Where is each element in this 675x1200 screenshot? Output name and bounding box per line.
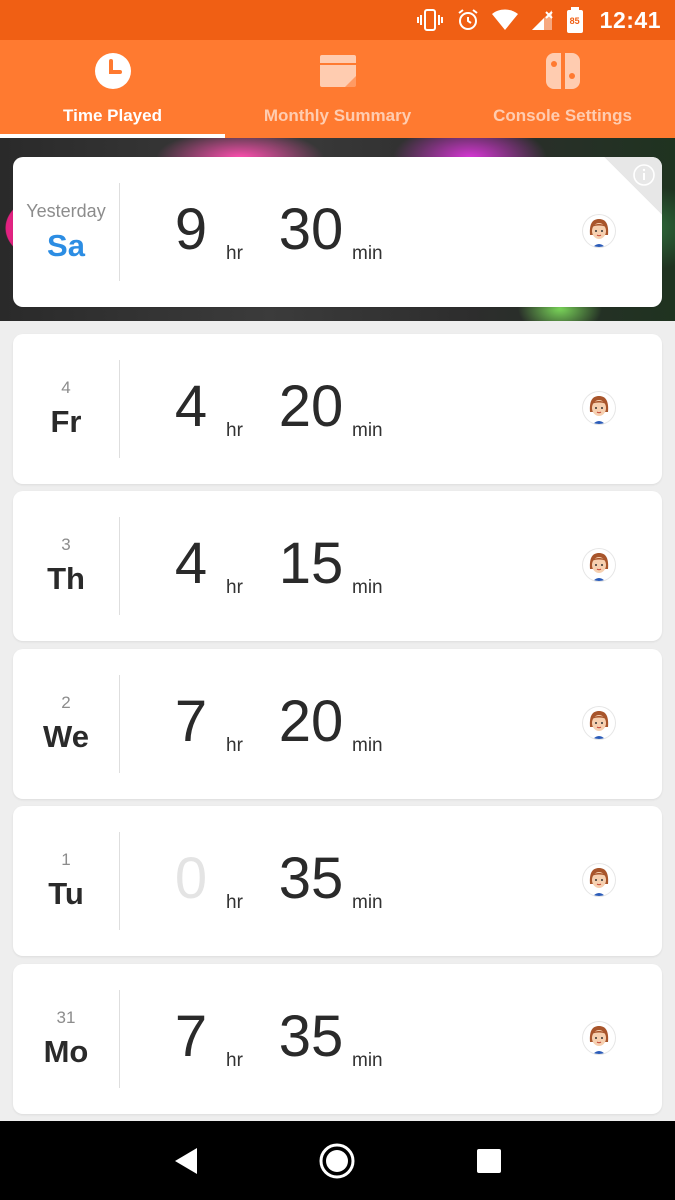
- day-card[interactable]: 3 Th 4 hr 15 min: [13, 491, 662, 641]
- mii-avatar: [583, 1022, 615, 1054]
- minutes-value: 35: [278, 1004, 344, 1069]
- day-name: Sa: [47, 227, 85, 263]
- minutes-unit: min: [352, 892, 383, 913]
- tab-label: Monthly Summary: [263, 106, 412, 125]
- clock-icon: [94, 52, 132, 90]
- hours-value: 0: [174, 846, 208, 911]
- day-label: Yesterday Sa: [13, 157, 119, 307]
- tab-time-played[interactable]: Time Played: [0, 40, 225, 138]
- day-card-today[interactable]: Yesterday Sa 9 hr 30 min: [13, 157, 662, 307]
- hours-unit: hr: [226, 892, 243, 913]
- tab-bar: Time Played Monthly Summary Console Sett…: [0, 40, 675, 138]
- hours-unit: hr: [226, 420, 243, 441]
- tab-label: Console Settings: [493, 106, 632, 125]
- hours-unit: hr: [226, 243, 243, 264]
- day-label: 1 Tu: [13, 806, 119, 956]
- mii-avatar: [583, 392, 615, 424]
- divider: [119, 517, 120, 615]
- hours-unit: hr: [226, 577, 243, 598]
- divider: [119, 675, 120, 773]
- tab-console-settings[interactable]: Console Settings: [450, 40, 675, 138]
- day-number: 3: [61, 535, 71, 554]
- wifi-icon: [491, 9, 518, 31]
- day-card[interactable]: 2 We 7 hr 20 min: [13, 649, 662, 799]
- back-button[interactable]: [164, 1139, 208, 1183]
- home-icon: [319, 1143, 355, 1178]
- status-bar: 85 12:41: [0, 0, 675, 40]
- recents-button[interactable]: [467, 1139, 511, 1183]
- mii-avatar: [583, 549, 615, 581]
- minutes-unit: min: [352, 577, 383, 598]
- mii-avatar: [583, 864, 615, 896]
- day-label: 3 Th: [13, 491, 119, 641]
- minutes-unit: min: [352, 420, 383, 441]
- day-number: 2: [61, 693, 71, 712]
- tab-label: Time Played: [63, 106, 162, 125]
- day-number: 31: [56, 1008, 76, 1027]
- hours-unit: hr: [226, 735, 243, 756]
- day-name: Mo: [43, 1034, 89, 1069]
- alarm-icon: [456, 8, 480, 32]
- switch-console-icon: [544, 52, 582, 90]
- day-label: 2 We: [13, 649, 119, 799]
- day-label: 31 Mo: [13, 964, 119, 1114]
- tab-monthly-summary[interactable]: Monthly Summary: [225, 40, 450, 138]
- day-name: Th: [47, 561, 85, 596]
- minutes-unit: min: [352, 735, 383, 756]
- day-name: Tu: [48, 876, 84, 911]
- day-name: We: [43, 719, 89, 754]
- minutes-value: 20: [278, 689, 344, 754]
- divider: [119, 832, 120, 930]
- home-button[interactable]: [315, 1139, 359, 1183]
- hours-unit: hr: [226, 1050, 243, 1071]
- day-name: Fr: [50, 404, 82, 439]
- android-nav-bar: [0, 1121, 675, 1200]
- hours-value: 7: [174, 1004, 208, 1069]
- status-time: 12:41: [599, 6, 661, 33]
- battery-icon: 85: [566, 7, 584, 33]
- vibrate-icon: [416, 8, 444, 32]
- mii-avatar: [583, 215, 615, 247]
- battery-level: 85: [569, 16, 580, 26]
- day-card[interactable]: 31 Mo 7 hr 35 min: [13, 964, 662, 1114]
- minutes-value: 35: [278, 846, 344, 911]
- minutes-value: 20: [278, 374, 344, 439]
- mii-avatar: [583, 707, 615, 739]
- calendar-icon: [319, 52, 357, 90]
- signal-icon: [530, 8, 554, 32]
- day-card[interactable]: 1 Tu 0 hr 35 min: [13, 806, 662, 956]
- day-number: Yesterday: [26, 200, 106, 221]
- minutes-value: 30: [278, 197, 344, 262]
- hours-value: 9: [174, 197, 208, 262]
- hours-value: 4: [174, 531, 208, 596]
- day-label: 4 Fr: [13, 334, 119, 484]
- hours-value: 7: [174, 689, 208, 754]
- hours-value: 4: [174, 374, 208, 439]
- back-icon: [174, 1147, 197, 1174]
- day-card[interactable]: 4 Fr 4 hr 20 min: [13, 334, 662, 484]
- divider: [119, 990, 120, 1088]
- info-icon: [633, 164, 655, 186]
- recents-icon: [477, 1148, 502, 1173]
- minutes-value: 15: [278, 531, 344, 596]
- day-number: 1: [61, 850, 71, 869]
- day-number: 4: [61, 378, 71, 397]
- minutes-unit: min: [352, 243, 383, 264]
- info-button[interactable]: [604, 157, 662, 215]
- divider: [119, 183, 120, 281]
- divider: [119, 360, 120, 458]
- minutes-unit: min: [352, 1050, 383, 1071]
